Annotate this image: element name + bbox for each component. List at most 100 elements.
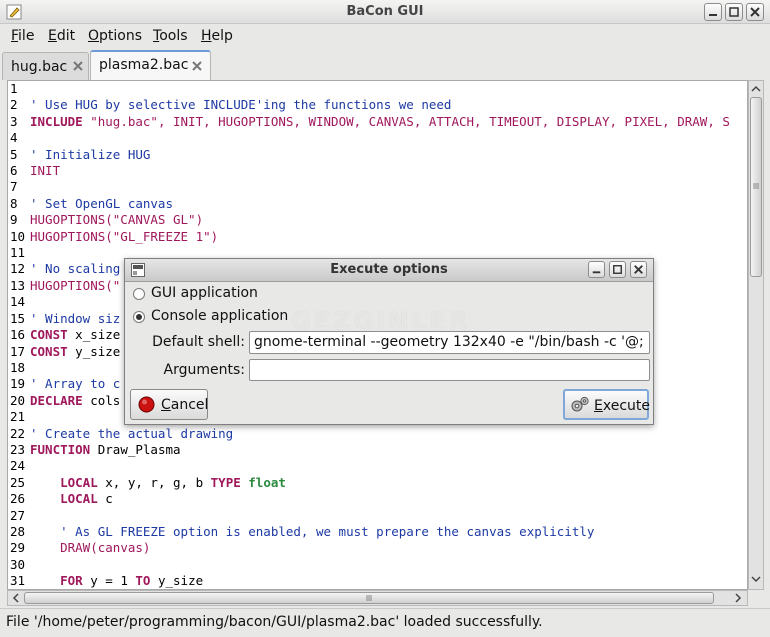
code-line[interactable]: 25 LOCAL x, y, r, g, b TYPE float [8,475,730,491]
menu-help[interactable]: Help [201,28,233,44]
vertical-scroll-thumb[interactable] [750,97,762,277]
code-token: FOR [60,573,83,589]
code-token: ' Array to c [30,376,121,392]
scroll-left-button[interactable] [10,592,22,604]
window-title: BaCon GUI [346,4,424,19]
arrow-down-icon [751,576,761,583]
close-window-button[interactable] [746,3,764,21]
code-token: float [248,474,286,490]
code-token: Draw_Plasma [90,441,181,457]
tab-plasma2-bac[interactable]: plasma2.bac [90,50,211,80]
code-token: HUGOPTIONS(" [30,277,121,293]
arguments-label: Arguments: [163,362,245,378]
code-line[interactable]: 26 LOCAL c [8,491,730,507]
code-line[interactable]: 8 ' Set OpenGL canvas [8,196,730,212]
code-line[interactable]: 1 [8,81,730,97]
line-number: 15 [10,310,26,326]
tab-close-icon[interactable] [71,59,85,73]
code-line[interactable]: 30 [8,557,730,573]
status-bar: File '/home/peter/programming/bacon/GUI/… [0,608,770,637]
title-bar: BaCon GUI [0,0,770,24]
code-line[interactable]: 2 ' Use HUG by selective INCLUDE'ing the … [8,97,730,113]
code-line[interactable]: 24 [8,458,730,474]
code-line[interactable]: 27 [8,508,730,524]
execute-button[interactable]: Execute [563,389,650,420]
menu-tools[interactable]: Tools [153,28,188,44]
code-token: x_size [67,327,121,343]
gui-application-label[interactable]: GUI application [151,285,258,301]
code-token: ' As GL FREEZE option is enabled, we mus… [30,523,595,539]
tab-bar: hug.bac plasma2.bac [0,50,770,80]
code-token: TO [135,573,151,589]
code-line[interactable]: 5 ' Initialize HUG [8,147,730,163]
code-token: , INIT, HUGOPTIONS, WINDOW, CANVAS, ATTA… [157,113,730,129]
gui-application-radio[interactable] [133,288,145,300]
scroll-down-button[interactable] [750,573,762,585]
horizontal-scroll-thumb[interactable] [24,592,714,604]
line-number: 14 [10,294,26,310]
code-line[interactable]: 22 ' Create the actual drawing [8,426,730,442]
code-token: y = 1 [82,573,136,589]
menu-options[interactable]: Options [88,28,142,44]
maximize-icon [613,265,622,274]
vertical-scrollbar[interactable] [748,80,764,590]
maximize-icon [729,7,739,17]
minimize-button[interactable] [704,3,722,21]
code-line[interactable]: 3 INCLUDE "hug.bac", INIT, HUGOPTIONS, WI… [8,114,730,130]
horizontal-scrollbar[interactable] [7,590,748,606]
console-application-radio[interactable] [133,311,145,323]
menu-edit[interactable]: Edit [48,28,75,44]
menu-file-label: ile [18,28,35,44]
line-number: 4 [10,130,18,146]
line-number: 18 [10,359,26,375]
tab-close-icon[interactable] [190,59,204,73]
tab-label: plasma2.bac [99,57,189,73]
code-line[interactable]: 10 HUGOPTIONS("GL_FREEZE 1") [8,229,730,245]
tab-hug-bac[interactable]: hug.bac [2,52,89,80]
close-icon [634,265,643,274]
code-line[interactable]: 7 [8,179,730,195]
cancel-label: ancel [170,397,209,413]
default-shell-field[interactable]: gnome-terminal --geometry 132x40 -e "/bi… [249,331,650,354]
line-number: 6 [10,163,18,179]
status-message: File '/home/peter/programming/bacon/GUI/… [6,614,543,630]
menu-file[interactable]: File [11,28,34,44]
line-number: 24 [10,458,26,474]
code-line[interactable]: 4 [8,130,730,146]
maximize-button[interactable] [725,3,743,21]
menu-edit-mnemonic: E [48,28,57,44]
line-number: 30 [10,556,26,572]
dialog-close-button[interactable] [630,261,647,278]
scroll-right-button[interactable] [732,592,744,604]
code-token: CONST [30,343,68,359]
code-line[interactable]: 23 FUNCTION Draw_Plasma [8,442,730,458]
cancel-mnemonic: C [161,397,171,413]
line-number: 5 [10,146,18,162]
code-line[interactable]: 31 FOR y = 1 TO y_size [8,573,730,589]
tab-label: hug.bac [11,59,68,75]
menu-edit-label: dit [56,28,76,44]
code-line[interactable]: 6 INIT [8,163,730,179]
dialog-maximize-button[interactable] [609,261,626,278]
code-line[interactable]: 28 ' As GL FREEZE option is enabled, we … [8,524,730,540]
menu-help-label: elp [211,28,233,44]
scroll-up-button[interactable] [750,83,762,95]
console-application-label[interactable]: Console application [151,308,288,324]
code-token: c [97,491,113,507]
code-line[interactable]: 29 DRAW(canvas) [8,540,730,556]
line-number: 1 [10,81,18,96]
minimize-icon [592,271,601,274]
code-line[interactable]: 9 HUGOPTIONS("CANVAS GL") [8,212,730,228]
code-token: y_size [67,343,121,359]
dialog-minimize-button[interactable] [588,261,605,278]
code-token: TYPE [210,474,241,490]
arguments-field[interactable] [249,359,650,381]
code-token: DRAW(canvas) [60,540,151,556]
menu-bar: File Edit Options Tools Help [0,24,770,49]
gears-icon [571,396,589,412]
line-number: 31 [10,573,26,589]
cancel-button[interactable]: Cancel [130,389,208,420]
